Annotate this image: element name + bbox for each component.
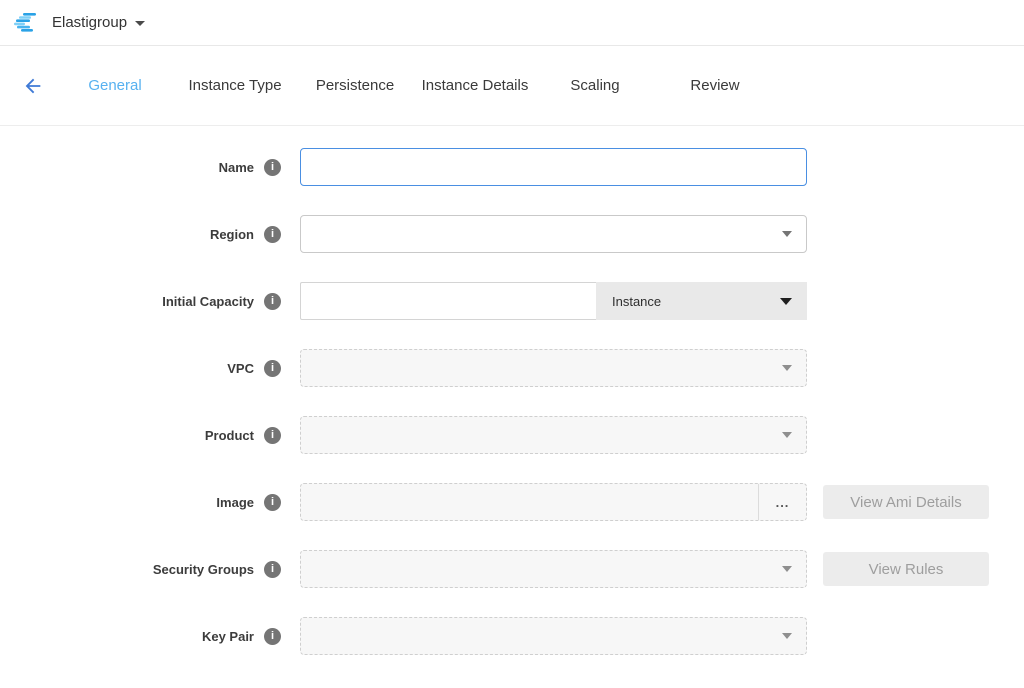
tab-general[interactable]: General <box>55 77 175 94</box>
chevron-down-icon <box>135 21 145 26</box>
image-label: Image <box>216 495 254 510</box>
app-header: Elastigroup <box>0 0 1024 46</box>
form-row-name: Name i <box>0 148 1024 186</box>
info-icon[interactable]: i <box>264 561 281 578</box>
vpc-label: VPC <box>227 361 254 376</box>
chevron-down-icon <box>782 432 792 438</box>
chevron-down-icon <box>782 231 792 237</box>
info-icon[interactable]: i <box>264 226 281 243</box>
app-title: Elastigroup <box>52 14 127 31</box>
key-pair-label: Key Pair <box>202 629 254 644</box>
initial-capacity-label: Initial Capacity <box>162 294 254 309</box>
chevron-down-icon <box>782 566 792 572</box>
form-row-initial-capacity: Initial Capacity i Instance <box>0 282 1024 320</box>
form-row-security-groups: Security Groups i View Rules <box>0 550 1024 588</box>
form-row-region: Region i <box>0 215 1024 253</box>
info-icon[interactable]: i <box>264 360 281 377</box>
tab-review[interactable]: Review <box>655 77 775 94</box>
elastigroup-logo-icon <box>14 11 40 35</box>
form-row-vpc: VPC i <box>0 349 1024 387</box>
chevron-down-icon <box>782 633 792 639</box>
security-groups-select <box>300 550 807 588</box>
back-button[interactable] <box>22 75 44 97</box>
chevron-down-icon <box>782 365 792 371</box>
capacity-unit-select[interactable]: Instance <box>596 282 807 320</box>
info-icon[interactable]: i <box>264 159 281 176</box>
form-row-image: Image i ... View Ami Details <box>0 483 1024 521</box>
info-icon[interactable]: i <box>264 494 281 511</box>
vpc-select <box>300 349 807 387</box>
wizard-tabbar: General Instance Type Persistence Instan… <box>0 46 1024 126</box>
capacity-unit-value: Instance <box>612 294 661 309</box>
form-row-key-pair: Key Pair i <box>0 617 1024 655</box>
app-switcher[interactable]: Elastigroup <box>14 11 145 35</box>
key-pair-select <box>300 617 807 655</box>
form-row-product: Product i <box>0 416 1024 454</box>
arrow-left-icon <box>22 75 44 97</box>
general-settings-form: Name i Region i Initial Capacity i Insta… <box>0 126 1024 655</box>
initial-capacity-input[interactable] <box>300 282 596 320</box>
info-icon[interactable]: i <box>264 628 281 645</box>
wizard-tabs: General Instance Type Persistence Instan… <box>55 77 775 94</box>
info-icon[interactable]: i <box>264 293 281 310</box>
chevron-down-icon <box>780 298 792 305</box>
region-label: Region <box>210 227 254 242</box>
tab-instance-type[interactable]: Instance Type <box>175 77 295 94</box>
image-browse-button: ... <box>758 484 806 520</box>
image-input: ... <box>300 483 807 521</box>
tab-scaling[interactable]: Scaling <box>535 77 655 94</box>
view-rules-button: View Rules <box>823 552 989 586</box>
view-ami-details-button: View Ami Details <box>823 485 989 519</box>
name-label: Name <box>219 160 254 175</box>
product-select <box>300 416 807 454</box>
name-input[interactable] <box>300 148 807 186</box>
info-icon[interactable]: i <box>264 427 281 444</box>
tab-persistence[interactable]: Persistence <box>295 77 415 94</box>
tab-instance-details[interactable]: Instance Details <box>415 77 535 94</box>
product-label: Product <box>205 428 254 443</box>
security-groups-label: Security Groups <box>153 562 254 577</box>
region-select[interactable] <box>300 215 807 253</box>
